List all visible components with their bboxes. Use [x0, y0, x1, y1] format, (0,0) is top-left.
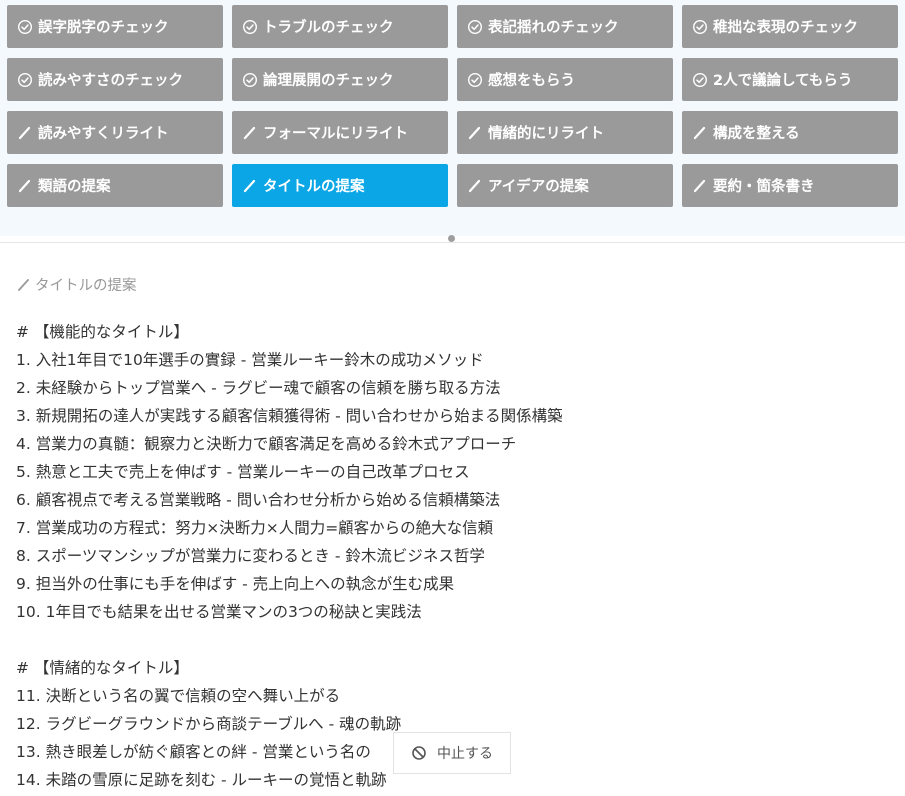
output-line: 2. 未経験からトップ営業へ - ラグビー魂で顧客の信頼を勝ち取る方法 [16, 379, 501, 397]
check-circle-icon [242, 19, 258, 35]
prompt-button-label: 読みやすくリライト [38, 126, 169, 142]
prompt-button-label: タイトルの提案 [263, 179, 365, 195]
check-circle-icon [17, 72, 33, 88]
output-line: 11. 決断という名の翼で信頼の空へ舞い上がる [16, 687, 341, 705]
prompt-button-1[interactable]: トラブルのチェック [232, 5, 448, 48]
output-heading: # 【情緒的なタイトル】 [16, 659, 189, 677]
prompt-button-3[interactable]: 稚拙な表現のチェック [682, 5, 898, 48]
output-line: 6. 顧客視点で考える営業戦略 - 問い合わせ分析から始める信頼構築法 [16, 491, 501, 509]
output-line: 4. 営業力の真髄：観察力と決断力で顧客満足を高める鈴木式アプローチ [16, 435, 517, 453]
prompt-button-10[interactable]: 情緒的にリライト [457, 111, 673, 154]
output-line: 9. 担当外の仕事にも手を伸ばす - 売上向上への執念が生む成果 [16, 575, 455, 593]
pen-icon [242, 125, 258, 141]
output-label: タイトルの提案 [16, 274, 137, 295]
check-circle-icon [467, 72, 483, 88]
pen-icon [16, 277, 32, 293]
output-line: 1. 入社1年目で10年選手の實録 - 営業ルーキー鈴木の成功メソッド [16, 351, 484, 369]
prompt-button-label: 誤字脱字のチェック [38, 20, 169, 36]
prompt-button-label: 読みやすさのチェック [38, 73, 183, 89]
prompt-button-8[interactable]: 読みやすくリライト [7, 111, 223, 154]
prompt-button-7[interactable]: 2人で議論してもらう [682, 58, 898, 101]
prompt-button-4[interactable]: 読みやすさのチェック [7, 58, 223, 101]
check-circle-icon [692, 19, 708, 35]
output-line: 7. 営業成功の方程式：努力×決断力×人間力=顧客からの絶大な信頼 [16, 519, 494, 537]
pen-icon [467, 125, 483, 141]
prohibit-icon [411, 745, 427, 761]
pen-icon [692, 178, 708, 194]
prompt-button-label: アイデアの提案 [488, 179, 589, 195]
prompt-button-6[interactable]: 感想をもらう [457, 58, 673, 101]
pen-icon [17, 178, 33, 194]
check-circle-icon [17, 19, 33, 35]
prompt-button-label: 構成を整える [713, 126, 800, 142]
prompt-button-label: 論理展開のチェック [263, 73, 394, 89]
check-circle-icon [692, 72, 708, 88]
prompt-button-label: フォーマルにリライト [263, 126, 408, 142]
output-line: 10. 1年目でも結果を出せる営業マンの3つの秘訣と実践法 [16, 603, 422, 621]
prompt-button-label: 稚拙な表現のチェック [713, 20, 858, 36]
check-circle-icon [242, 72, 258, 88]
output-line: 5. 熱意と工夫で売上を伸ばす - 営業ルーキーの自己改革プロセス [16, 463, 470, 481]
prompt-button-grid: 誤字脱字のチェック トラブルのチェック 表記揺れのチェック 稚拙な表現のチェック読みや… [7, 5, 898, 207]
prompt-button-13[interactable]: タイトルの提案 [232, 164, 448, 207]
divider [0, 242, 905, 243]
prompt-button-label: 類語の提案 [38, 179, 111, 195]
resize-handle[interactable] [448, 235, 455, 242]
stop-button[interactable]: 中止する [393, 732, 511, 774]
check-circle-icon [467, 19, 483, 35]
prompt-button-11[interactable]: 構成を整える [682, 111, 898, 154]
prompt-button-label: 表記揺れのチェック [488, 20, 619, 36]
output-line: 8. スポーツマンシップが営業力に変わるとき - 鈴木流ビジネス哲学 [16, 547, 485, 565]
prompt-button-2[interactable]: 表記揺れのチェック [457, 5, 673, 48]
prompt-button-15[interactable]: 要約・箇条書き [682, 164, 898, 207]
prompt-button-label: 2人で議論してもらう [713, 73, 853, 89]
pen-icon [692, 125, 708, 141]
output-line: 3. 新規開拓の達人が実践する顧客信頼獲得術 - 問い合わせから始まる関係構築 [16, 407, 563, 425]
output-heading: # 【機能的なタイトル】 [16, 323, 189, 341]
stop-button-label: 中止する [437, 746, 493, 762]
prompt-button-9[interactable]: フォーマルにリライト [232, 111, 448, 154]
prompt-button-12[interactable]: 類語の提案 [7, 164, 223, 207]
prompt-button-label: 情緒的にリライト [488, 126, 604, 142]
pen-icon [467, 178, 483, 194]
output-text: # 【機能的なタイトル】 1. 入社1年目で10年選手の實録 - 営業ルーキー鈴木… [16, 318, 896, 794]
prompt-button-5[interactable]: 論理展開のチェック [232, 58, 448, 101]
pen-icon [242, 178, 258, 194]
output-label-text: タイトルの提案 [35, 278, 137, 294]
prompt-button-0[interactable]: 誤字脱字のチェック [7, 5, 223, 48]
prompt-button-label: 感想をもらう [488, 73, 575, 89]
pen-icon [17, 125, 33, 141]
prompt-button-14[interactable]: アイデアの提案 [457, 164, 673, 207]
prompt-toolbar: 誤字脱字のチェック トラブルのチェック 表記揺れのチェック 稚拙な表現のチェック読みや… [0, 0, 905, 236]
prompt-button-label: トラブルのチェック [263, 20, 394, 36]
prompt-button-label: 要約・箇条書き [713, 179, 815, 195]
